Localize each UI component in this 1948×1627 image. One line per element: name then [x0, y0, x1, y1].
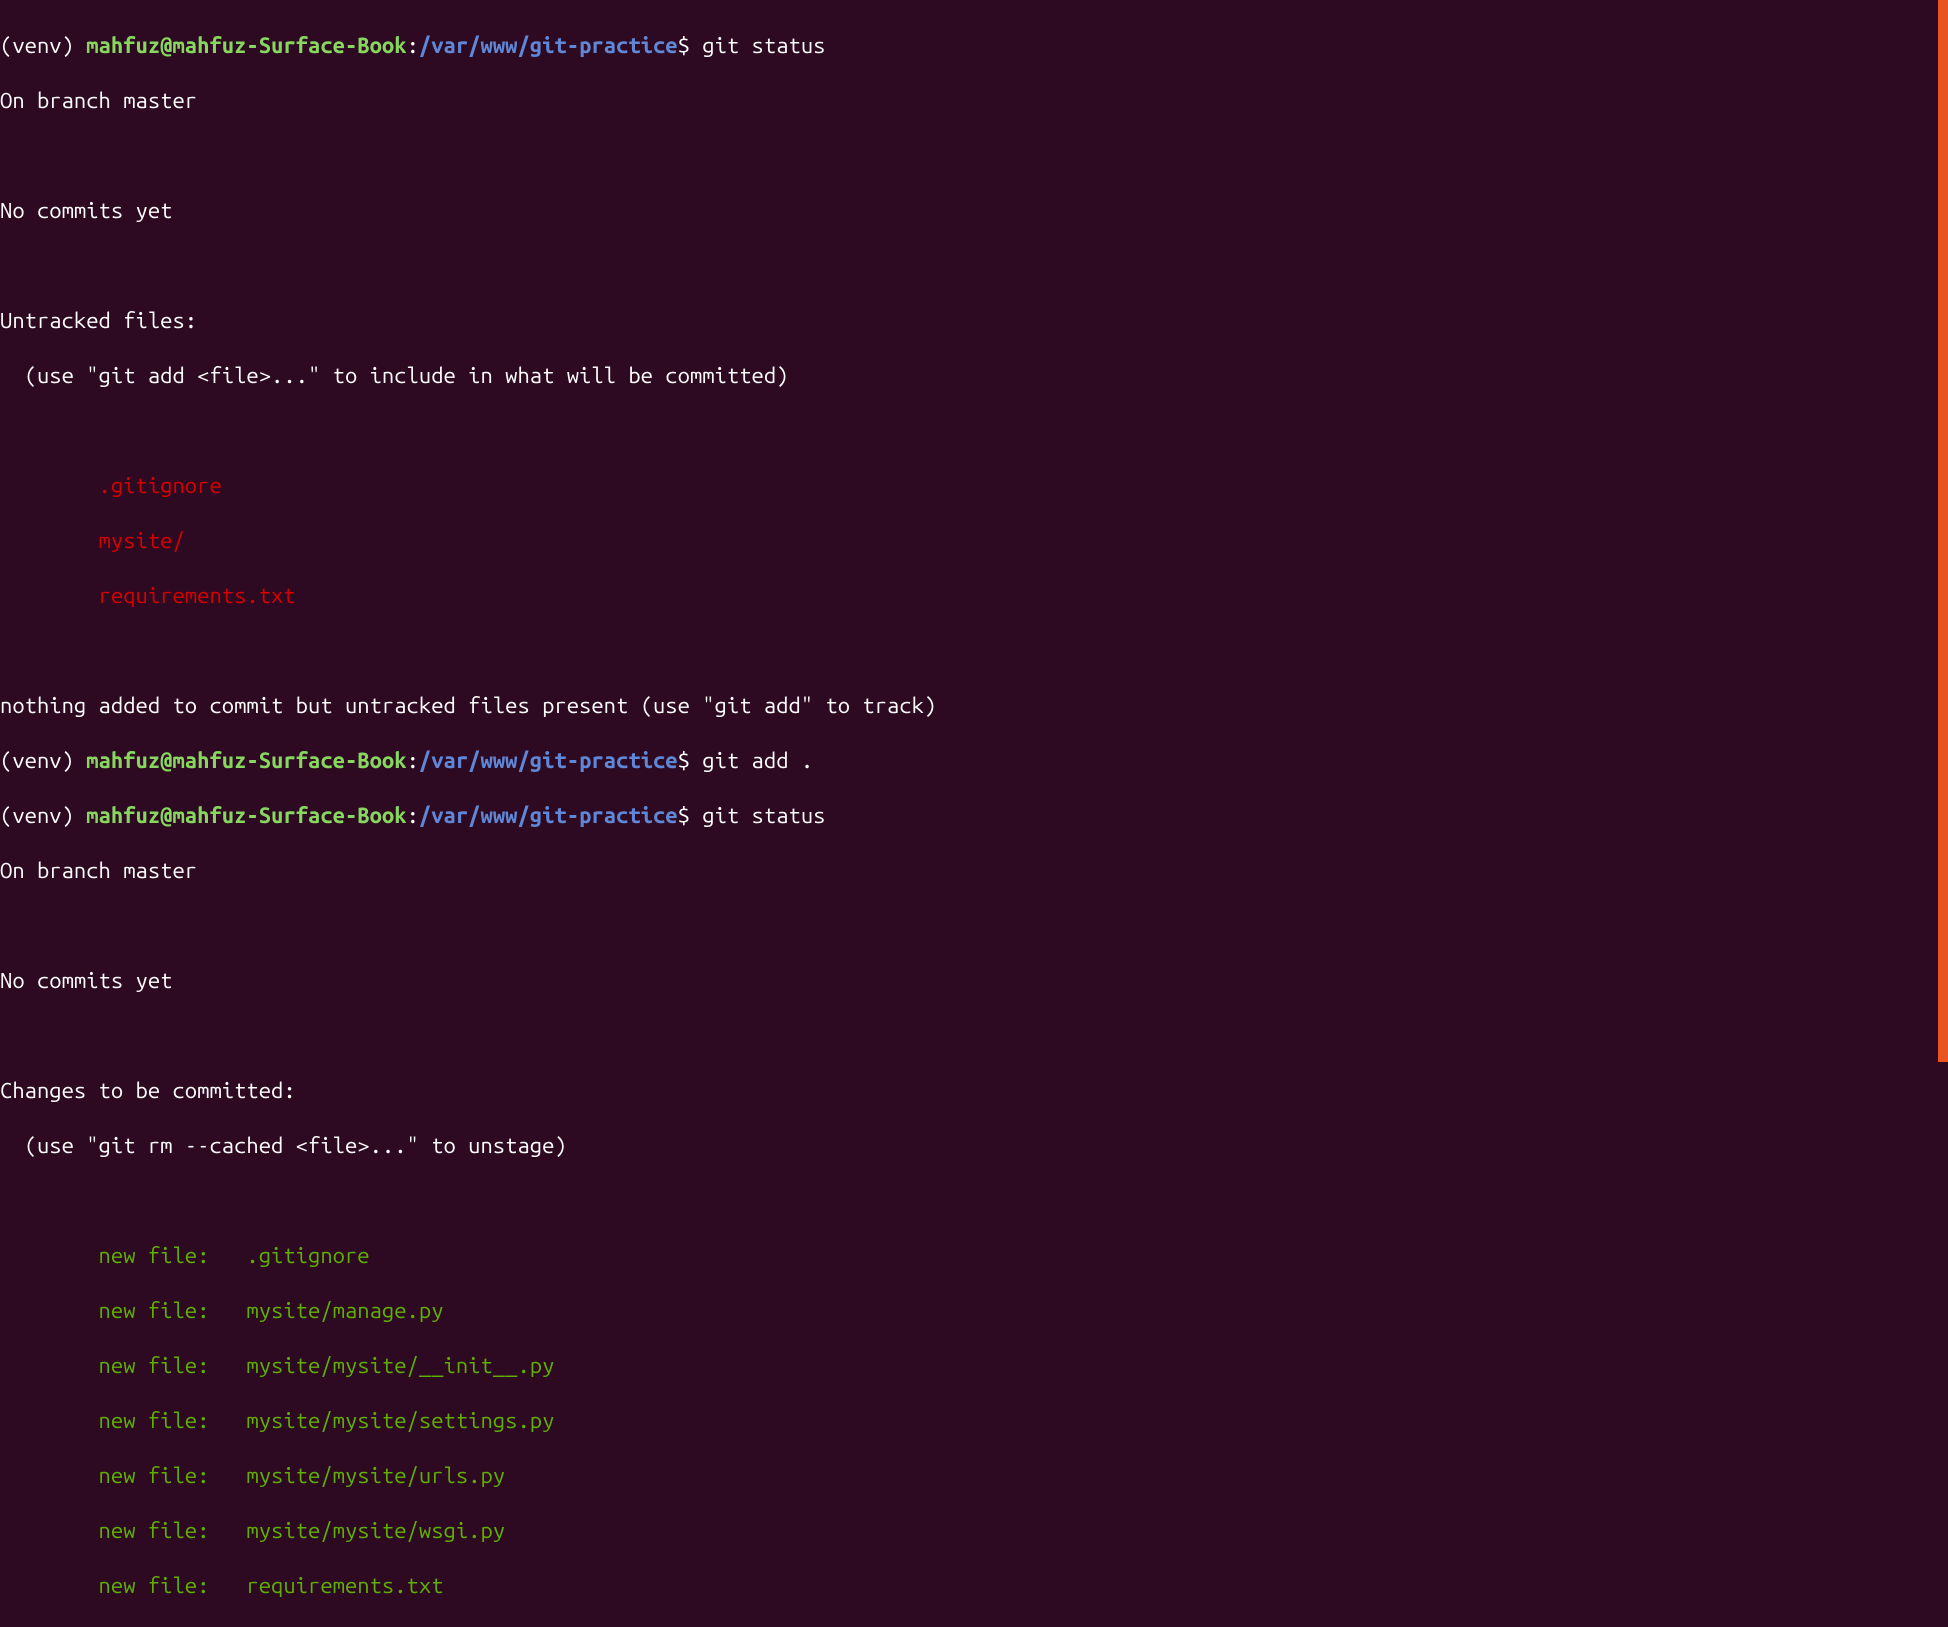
staged-file: new file: mysite/mysite/settings.py: [0, 1407, 1948, 1435]
output-blank: [0, 417, 1948, 445]
scrollbar[interactable]: [1938, 0, 1948, 1062]
staged-file: new file: .gitignore: [0, 1242, 1948, 1270]
output-no-commits: No commits yet: [0, 967, 1948, 995]
venv-prefix: (venv): [0, 748, 86, 773]
cwd-path: /var/www/git-practice: [419, 33, 678, 58]
venv-prefix: (venv): [0, 803, 86, 828]
output-blank: [0, 1022, 1948, 1050]
prompt-dollar: $: [678, 803, 703, 828]
prompt-line-1: (venv) mahfuz@mahfuz-Surface-Book:/var/w…: [0, 32, 1948, 60]
staged-file: new file: requirements.txt: [0, 1572, 1948, 1600]
prompt-line-3: (venv) mahfuz@mahfuz-Surface-Book:/var/w…: [0, 802, 1948, 830]
untracked-file: requirements.txt: [0, 582, 1948, 610]
staged-file: new file: mysite/mysite/wsgi.py: [0, 1517, 1948, 1545]
user-host: mahfuz@mahfuz-Surface-Book: [86, 803, 406, 828]
output-blank: [0, 637, 1948, 665]
output-branch: On branch master: [0, 87, 1948, 115]
command-text: git status: [702, 33, 825, 58]
output-branch: On branch master: [0, 857, 1948, 885]
command-text: git add .: [702, 748, 813, 773]
output-changes-hint: (use "git rm --cached <file>..." to unst…: [0, 1132, 1948, 1160]
output-blank: [0, 252, 1948, 280]
output-blank: [0, 142, 1948, 170]
output-nothing-added: nothing added to commit but untracked fi…: [0, 692, 1948, 720]
prompt-dollar: $: [678, 33, 703, 58]
cwd-path: /var/www/git-practice: [419, 748, 678, 773]
colon: :: [407, 803, 419, 828]
prompt-dollar: $: [678, 748, 703, 773]
output-changes-header: Changes to be committed:: [0, 1077, 1948, 1105]
staged-file: new file: mysite/manage.py: [0, 1297, 1948, 1325]
output-blank: [0, 912, 1948, 940]
staged-file: new file: mysite/mysite/urls.py: [0, 1462, 1948, 1490]
colon: :: [407, 748, 419, 773]
colon: :: [407, 33, 419, 58]
venv-prefix: (venv): [0, 33, 86, 58]
output-untracked-header: Untracked files:: [0, 307, 1948, 335]
user-host: mahfuz@mahfuz-Surface-Book: [86, 748, 406, 773]
cwd-path: /var/www/git-practice: [419, 803, 678, 828]
staged-file: new file: mysite/mysite/__init__.py: [0, 1352, 1948, 1380]
terminal-output-area[interactable]: (venv) mahfuz@mahfuz-Surface-Book:/var/w…: [0, 4, 1948, 1627]
prompt-line-2: (venv) mahfuz@mahfuz-Surface-Book:/var/w…: [0, 747, 1948, 775]
output-no-commits: No commits yet: [0, 197, 1948, 225]
output-untracked-hint: (use "git add <file>..." to include in w…: [0, 362, 1948, 390]
output-blank: [0, 1187, 1948, 1215]
command-text: git status: [702, 803, 825, 828]
user-host: mahfuz@mahfuz-Surface-Book: [86, 33, 406, 58]
untracked-file: .gitignore: [0, 472, 1948, 500]
untracked-file: mysite/: [0, 527, 1948, 555]
